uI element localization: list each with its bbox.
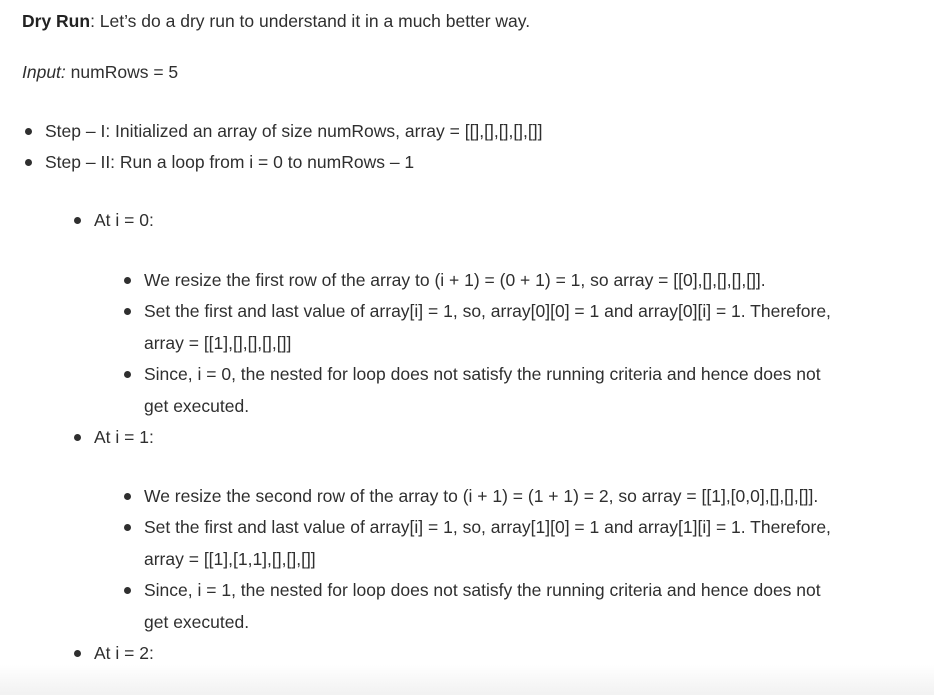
bullet-dot xyxy=(74,650,81,657)
bullet-dot xyxy=(74,217,81,224)
bullet-dot xyxy=(124,277,131,284)
bullet-dot xyxy=(74,434,81,441)
iteration-heading: At i = 1: xyxy=(94,427,154,447)
bullet-dot xyxy=(124,493,131,500)
article-content: Dry Run: Let’s do a dry run to understan… xyxy=(0,0,934,695)
input-text: numRows = 5 xyxy=(65,62,179,82)
iteration-heading: At i = 2: xyxy=(94,643,154,663)
dry-run-text: : Let’s do a dry run to understand it in… xyxy=(90,11,531,31)
bullet-dot xyxy=(124,371,131,378)
iteration-heading: At i = 0: xyxy=(94,210,154,230)
dry-run-label: Dry Run xyxy=(22,11,91,31)
iteration-bullet: We resize the first row of the array to … xyxy=(144,270,766,290)
bullet-dot xyxy=(124,524,131,531)
bullet-dot xyxy=(25,128,32,135)
iteration-bullet: Since, i = 0, the nested for loop does n… xyxy=(144,364,821,416)
bullet-dot xyxy=(124,587,131,594)
input-paragraph: Input: numRows = 5 xyxy=(22,60,178,84)
iteration-bullet: Since, i = 1, the nested for loop does n… xyxy=(144,580,821,632)
iteration-bullet: We resize the second row of the array to… xyxy=(144,486,819,506)
step-text: Step – I: Initialized an array of size n… xyxy=(45,121,543,141)
step-text: Step – II: Run a loop from i = 0 to numR… xyxy=(45,152,415,172)
dry-run-paragraph: Dry Run: Let’s do a dry run to understan… xyxy=(22,9,530,33)
input-label: Input: xyxy=(22,62,66,82)
iteration-bullet: Set the first and last value of array[i]… xyxy=(144,517,831,569)
bottom-fade xyxy=(0,665,934,695)
bullet-dot xyxy=(124,308,131,315)
bullet-dot xyxy=(25,159,32,166)
iteration-bullet: Set the first and last value of array[i]… xyxy=(144,301,831,353)
